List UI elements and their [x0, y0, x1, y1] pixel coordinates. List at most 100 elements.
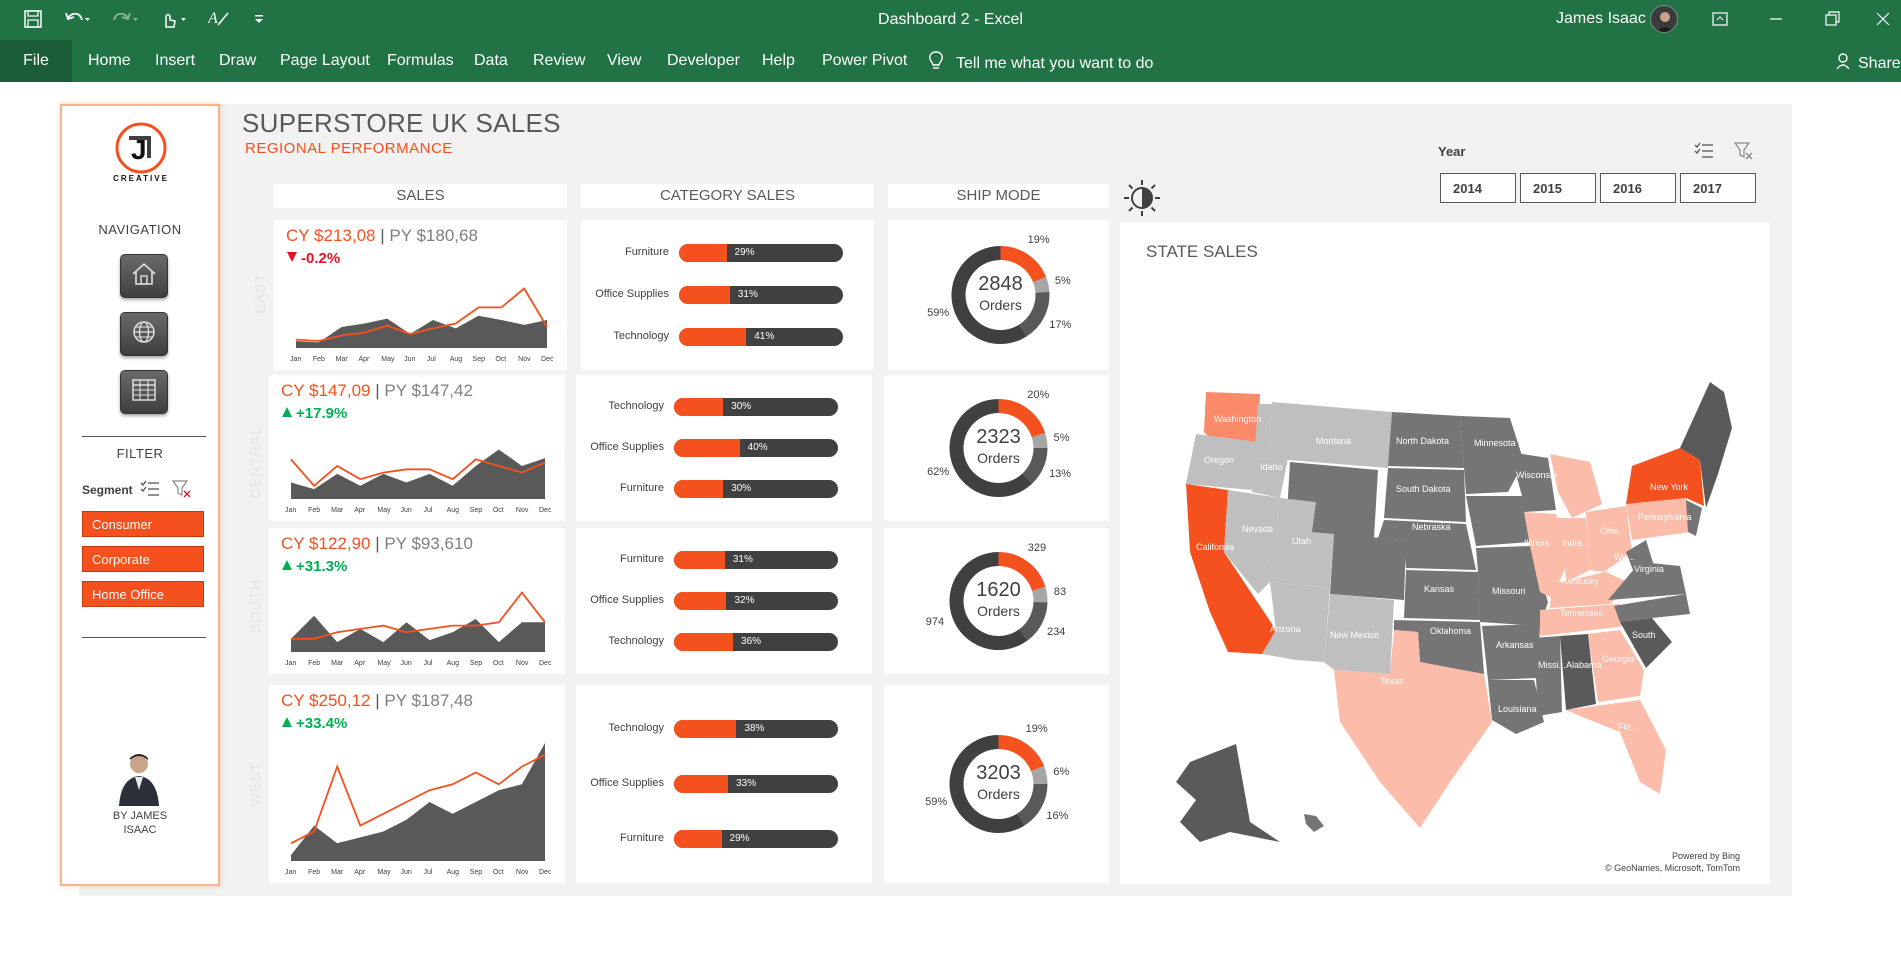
svg-text:Nebraska: Nebraska	[1412, 522, 1451, 532]
year-2015-button[interactable]: 2015	[1520, 173, 1596, 203]
category-bar-label: Furniture	[619, 553, 664, 566]
category-bar-percent: 29%	[734, 247, 755, 259]
tab-power-pivot[interactable]: Power Pivot	[822, 52, 907, 70]
category-bar-label: Technology	[608, 634, 664, 647]
tab-help[interactable]: Help	[762, 52, 795, 70]
month-tick-label: Jun	[400, 869, 411, 876]
ribbon-display-icon[interactable]	[1709, 8, 1731, 30]
segment-consumer-button[interactable]: Consumer	[82, 511, 204, 537]
restore-icon[interactable]	[1821, 8, 1843, 30]
ship-mode-card-east: 19% 5% 17% 59% 2848 Orders	[888, 220, 1109, 370]
usa-map[interactable]: Washington Oregon Idaho Montana North Da…	[1120, 222, 1770, 884]
category-bar-label: Technology	[613, 329, 669, 342]
theme-toggle-icon[interactable]	[1122, 178, 1162, 223]
year-2014-button[interactable]: 2014	[1440, 173, 1516, 203]
tab-developer[interactable]: Developer	[667, 52, 740, 70]
year-slicer-label: Year	[1438, 144, 1466, 159]
tab-insert[interactable]: Insert	[155, 52, 195, 70]
category-bar-label: Office Supplies	[590, 441, 664, 453]
donut-slice-label: 974	[925, 615, 945, 628]
svg-text:Kansas: Kansas	[1424, 584, 1455, 594]
svg-text:Wisconsin: Wisconsin	[1516, 470, 1557, 480]
tell-me-search[interactable]: Tell me what you want to do	[928, 51, 1153, 76]
month-tick-label: Mar	[336, 356, 349, 363]
month-tick-label: May	[377, 660, 391, 667]
category-bar-track: 31%	[674, 551, 838, 570]
minimize-icon[interactable]	[1765, 8, 1787, 30]
tab-formulas[interactable]: Formulas	[387, 52, 454, 70]
close-icon[interactable]	[1872, 8, 1894, 30]
clear-filter-icon[interactable]	[171, 480, 192, 503]
month-tick-label: May	[377, 869, 391, 876]
category-bar-percent: 29%	[729, 833, 750, 844]
category-bar-fill	[674, 551, 725, 570]
year-clear-filter-icon[interactable]	[1733, 142, 1754, 165]
logo-text: CREATIVE	[113, 174, 169, 183]
nav-table-button[interactable]	[120, 370, 168, 414]
sales-delta: -0.2%	[286, 250, 340, 267]
svg-text:Alabama: Alabama	[1566, 660, 1602, 670]
month-tick-label: Jan	[285, 507, 296, 514]
category-bar-track: 29%	[679, 244, 843, 263]
segment-home-office-button[interactable]: Home Office	[82, 581, 204, 607]
tab-view[interactable]: View	[607, 52, 641, 70]
tab-file[interactable]: File	[0, 40, 72, 82]
sales-delta: +31.3%	[281, 558, 347, 575]
previous-year-sales: PY $93,610	[384, 534, 473, 553]
ship-mode-card-west: 19% 6% 16% 59% 3203 Orders	[884, 685, 1109, 883]
month-tick-label: Jun	[404, 356, 415, 363]
segment-corporate-button[interactable]: Corporate	[82, 546, 204, 572]
region-label: CENTRAL	[247, 426, 263, 499]
category-bar-fill	[674, 632, 734, 651]
month-tick-label: May	[377, 507, 391, 514]
region-label: EAST	[252, 273, 268, 314]
donut-slice-label: 329	[1027, 541, 1047, 554]
month-tick-label: Jun	[400, 660, 411, 667]
logo-letter: J	[131, 134, 147, 165]
state-sales-map[interactable]: STATE SALES Washington Oregon Idaho Mont…	[1120, 222, 1770, 884]
svg-text:Missi...: Missi...	[1538, 660, 1566, 670]
nav-home-button[interactable]	[120, 254, 168, 298]
map-state-kansas	[1404, 570, 1480, 620]
month-tick-label: Aug	[447, 869, 460, 876]
donut-slice-label: 16%	[1046, 809, 1069, 822]
sidebar: J CREATIVE NAVIGATION FILTER Segment Con…	[60, 104, 220, 886]
category-column-header: CATEGORY SALES	[581, 184, 874, 208]
category-bar-track: 32%	[674, 592, 838, 610]
donut-slice-label: 62%	[927, 466, 950, 479]
sales-card-east: EAST CY $213,08 | PY $180,68 -0.2% Jan Feb Ma…	[252, 220, 567, 370]
year-2016-button[interactable]: 2016	[1600, 173, 1676, 203]
share-button[interactable]: Share	[1836, 52, 1901, 75]
user-avatar[interactable]	[1650, 5, 1678, 33]
multi-select-icon[interactable]	[140, 480, 160, 503]
donut-total-label: Orders	[977, 603, 1020, 619]
ribbon-tabs: File Home Insert Draw Page Layout Formul…	[0, 40, 1901, 82]
tab-page-layout[interactable]: Page Layout	[280, 52, 370, 70]
category-bar-label: Furniture	[619, 481, 664, 494]
svg-text:New York: New York	[1650, 482, 1689, 492]
month-tick-label: Jul	[427, 356, 436, 363]
month-tick-label: Dec	[539, 869, 551, 876]
current-year-sales: CY $122,90	[281, 534, 371, 553]
donut-slice-label: 19%	[1025, 723, 1048, 736]
monthly-sales-chart: Jan Feb Mar Apr May Jun Jul Aug Sep Oct Nov Dec	[285, 743, 551, 876]
map-state-mississippi	[1534, 636, 1562, 716]
donut-slice-label: 83	[1053, 586, 1067, 599]
delta-value: -0.2%	[301, 250, 341, 267]
table-icon	[131, 378, 157, 407]
sales-current-vs-previous: CY $213,08 | PY $180,68	[286, 226, 478, 246]
nav-globe-button[interactable]	[120, 312, 168, 356]
month-tick-label: Jul	[424, 660, 433, 667]
area-series-py	[291, 743, 545, 861]
year-multi-select-icon[interactable]	[1694, 142, 1714, 165]
month-tick-label: Jan	[285, 869, 296, 876]
category-bar-fill	[674, 439, 740, 457]
category-bar-fill	[679, 244, 727, 263]
user-name[interactable]: James Isaac	[1556, 10, 1646, 28]
tab-draw[interactable]: Draw	[219, 52, 256, 70]
tab-review[interactable]: Review	[533, 52, 585, 70]
year-2017-button[interactable]: 2017	[1680, 173, 1756, 203]
month-tick-label: Aug	[447, 507, 460, 514]
tab-home[interactable]: Home	[88, 52, 131, 70]
tab-data[interactable]: Data	[474, 52, 508, 70]
